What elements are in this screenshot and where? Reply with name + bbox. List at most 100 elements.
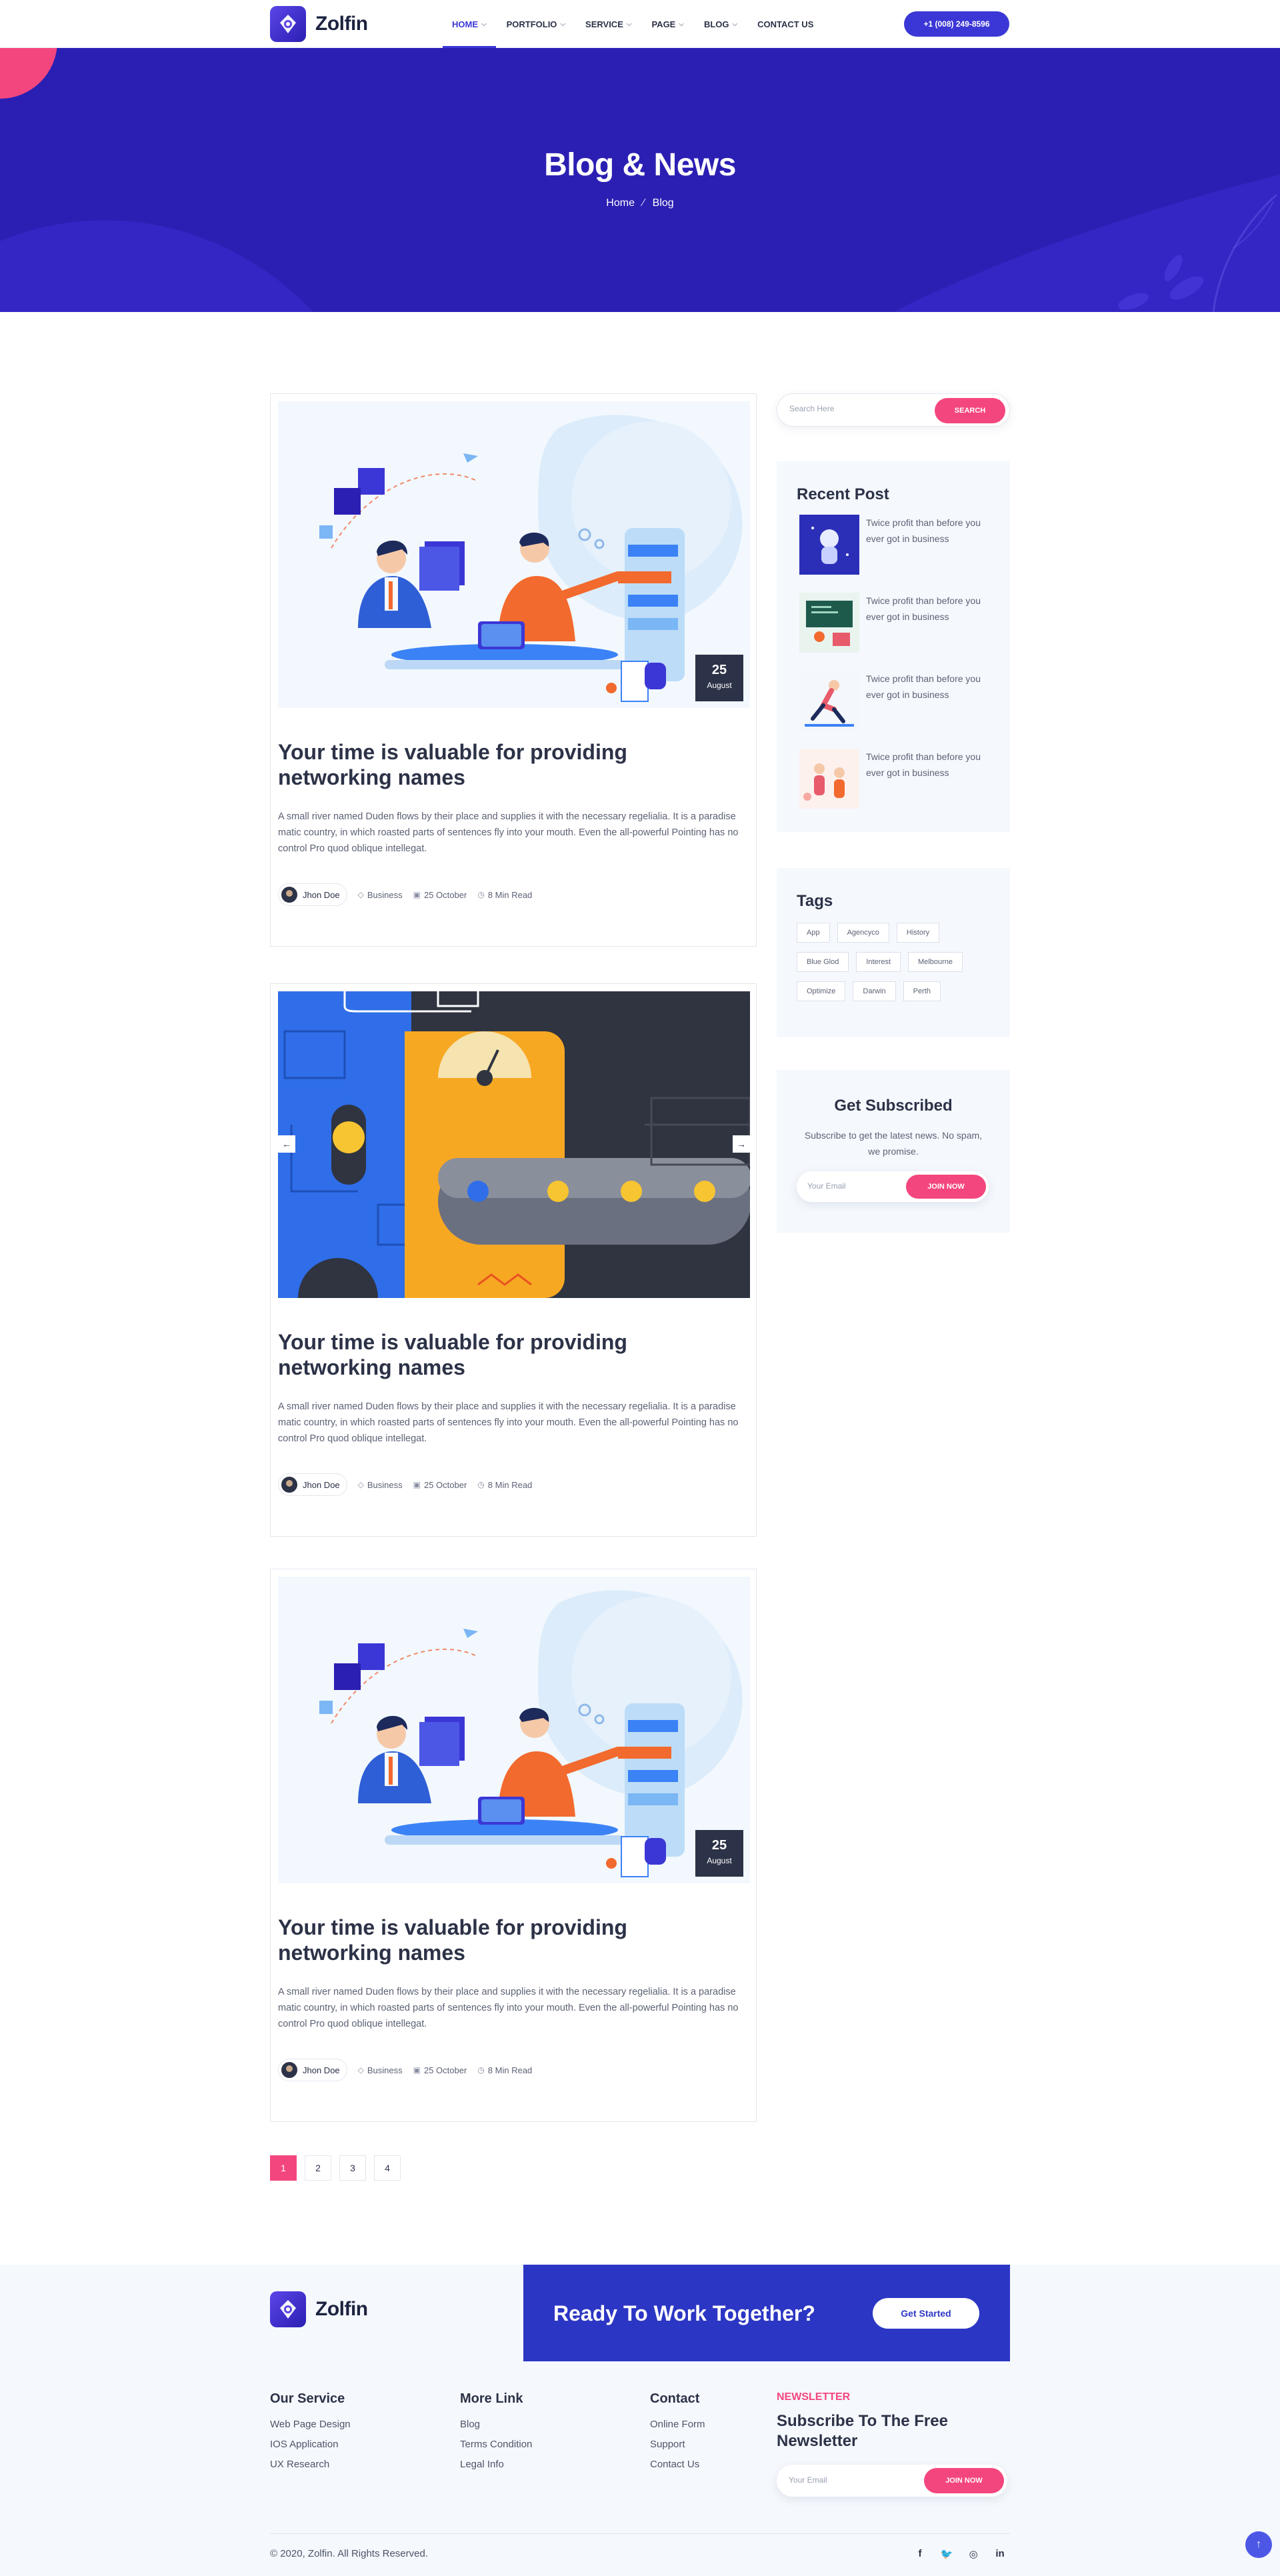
copyright-text: © 2020, Zolfin. All Rights Reserved. bbox=[270, 2548, 428, 2559]
footer-logo[interactable]: Zolfin bbox=[270, 2291, 368, 2327]
page-hero: Blog & News Home ⁄ Blog bbox=[0, 48, 1280, 312]
footer-divider bbox=[270, 2533, 1010, 2534]
recent-post-item[interactable]: Twice profit than before you ever got in… bbox=[799, 515, 993, 576]
footer-link[interactable]: Terms Condition bbox=[460, 2439, 532, 2450]
date-label: 25 October bbox=[423, 1479, 467, 1490]
slider-next-arrow-icon[interactable]: → bbox=[733, 1135, 750, 1153]
post-title[interactable]: Your time is valuable for providing netw… bbox=[278, 739, 678, 790]
date-label: 25 October bbox=[423, 889, 467, 900]
post-title[interactable]: Your time is valuable for providing netw… bbox=[278, 1915, 678, 1965]
astronaut-thumb bbox=[799, 515, 859, 575]
site-footer: Zolfin Ready To Work Together? Get Start… bbox=[0, 2265, 1280, 2576]
category-label: Business bbox=[367, 1479, 403, 1490]
recent-post-item[interactable]: Twice profit than before you ever got in… bbox=[799, 749, 993, 810]
get-started-button[interactable]: Get Started bbox=[873, 2298, 979, 2329]
page-button-1[interactable]: 1 bbox=[270, 2155, 297, 2181]
post-meta: Jhon Doe ◇ Business ▣ 25 October ◷ 8 Min Re… bbox=[278, 2059, 543, 2081]
newsletter-join-button[interactable]: JOIN NOW bbox=[924, 2468, 1004, 2493]
newsletter-email-field[interactable] bbox=[789, 2475, 909, 2485]
brand-logo[interactable]: Zolfin bbox=[270, 6, 368, 42]
post-author[interactable]: Jhon Doe bbox=[278, 883, 347, 906]
twitter-icon[interactable]: 🐦 bbox=[933, 2548, 960, 2560]
nav-home[interactable]: HOME ⌵ bbox=[443, 0, 496, 48]
tag-item[interactable]: App bbox=[797, 923, 830, 943]
search-button[interactable]: SEARCH bbox=[935, 398, 1005, 423]
tag-item[interactable]: Melbourne bbox=[908, 952, 963, 972]
read-time-label: 8 Min Read bbox=[487, 1479, 533, 1490]
machine-slider-illustration bbox=[278, 991, 750, 1298]
tag-item[interactable]: Optimize bbox=[797, 981, 846, 1001]
post-category[interactable]: ◇ Business bbox=[358, 890, 403, 900]
date-month: August bbox=[707, 1856, 732, 1865]
runner-thumb bbox=[799, 671, 859, 731]
cta-title: Ready To Work Together? bbox=[553, 2301, 815, 2325]
post-date: ▣ 25 October bbox=[413, 2065, 467, 2075]
brand-name: Zolfin bbox=[315, 2298, 368, 2320]
post-thumbnail bbox=[799, 593, 859, 653]
tag-item[interactable]: Agencyco bbox=[837, 923, 889, 943]
footer-link[interactable]: UX Research bbox=[270, 2459, 351, 2470]
tags-widget: Tags App Agencyco History Blue Glod Inte… bbox=[777, 868, 1010, 1037]
post-image[interactable]: 25 August bbox=[278, 401, 750, 708]
post-category[interactable]: ◇ Business bbox=[358, 2065, 403, 2075]
footer-column-title: Contact bbox=[650, 2391, 700, 2406]
nav-contact[interactable]: CONTACT US bbox=[757, 0, 813, 48]
post-excerpt: A small river named Duden flows by their… bbox=[278, 1401, 739, 1444]
classroom-thumb bbox=[799, 593, 859, 653]
nav-blog[interactable]: BLOG ⌵ bbox=[704, 0, 737, 48]
nav-page[interactable]: PAGE ⌵ bbox=[651, 0, 683, 48]
footer-link[interactable]: Legal Info bbox=[460, 2459, 532, 2470]
breadcrumb-home[interactable]: Home bbox=[606, 197, 635, 209]
tag-item[interactable]: Perth bbox=[903, 981, 941, 1001]
nav-portfolio[interactable]: PORTFOLIO ⌵ bbox=[507, 0, 565, 48]
tag-icon: ◇ bbox=[357, 1480, 364, 1489]
post-author[interactable]: Jhon Doe bbox=[278, 2059, 347, 2081]
recent-post-item[interactable]: Twice profit than before you ever got in… bbox=[799, 593, 993, 654]
search-input[interactable] bbox=[789, 404, 923, 413]
post-read-time: ◷ 8 Min Read bbox=[477, 1480, 532, 1490]
clock-icon: ◷ bbox=[477, 2065, 485, 2075]
post-date: ▣ 25 October bbox=[413, 1480, 467, 1490]
tag-item[interactable]: Blue Glod bbox=[797, 952, 849, 972]
linkedin-icon[interactable]: in bbox=[987, 2548, 1013, 2560]
page-button-3[interactable]: 3 bbox=[339, 2155, 366, 2181]
widget-title: Tags bbox=[797, 892, 833, 910]
post-category[interactable]: ◇ Business bbox=[358, 1480, 403, 1490]
join-now-button[interactable]: JOIN NOW bbox=[906, 1175, 986, 1199]
date-label: 25 October bbox=[423, 2065, 467, 2075]
footer-link[interactable]: IOS Application bbox=[270, 2439, 351, 2450]
phone-button[interactable]: +1 (008) 249-8596 bbox=[904, 11, 1009, 37]
instagram-icon[interactable]: ◎ bbox=[960, 2548, 987, 2560]
footer-link[interactable]: Web Page Design bbox=[270, 2419, 351, 2430]
footer-link[interactable]: Online Form bbox=[650, 2419, 705, 2430]
email-field[interactable] bbox=[807, 1181, 901, 1191]
post-read-time: ◷ 8 Min Read bbox=[477, 2065, 532, 2075]
cta-banner: Ready To Work Together? Get Started bbox=[523, 2265, 1010, 2361]
footer-link[interactable]: Contact Us bbox=[650, 2459, 705, 2470]
footer-link[interactable]: Support bbox=[650, 2439, 705, 2450]
facebook-icon[interactable]: f bbox=[907, 2548, 933, 2560]
blog-post-card: 25 August Your time is valuable for prov… bbox=[270, 1569, 757, 2122]
post-thumbnail bbox=[799, 671, 859, 731]
footer-link[interactable]: Blog bbox=[460, 2419, 532, 2430]
scroll-to-top-icon[interactable]: ↑ bbox=[1245, 2531, 1272, 2558]
nav-contact-label: CONTACT US bbox=[757, 19, 814, 29]
tag-item[interactable]: Darwin bbox=[853, 981, 896, 1001]
post-image-slider[interactable]: ← → bbox=[278, 991, 750, 1298]
breadcrumb: Home ⁄ Blog bbox=[0, 197, 1280, 209]
newsletter-title: Subscribe To The Free Newsletter bbox=[777, 2412, 948, 2450]
tag-item[interactable]: Interest bbox=[856, 952, 901, 972]
footer-column-contact: Contact Online Form Support Contact Us bbox=[650, 2391, 705, 2479]
slider-prev-arrow-icon[interactable]: ← bbox=[278, 1135, 295, 1153]
page-button-4[interactable]: 4 bbox=[374, 2155, 401, 2181]
post-author[interactable]: Jhon Doe bbox=[278, 1473, 347, 1496]
nav-home-label: HOME bbox=[452, 19, 478, 29]
nav-page-label: PAGE bbox=[651, 19, 676, 29]
clock-icon: ◷ bbox=[477, 1480, 485, 1489]
tag-item[interactable]: History bbox=[896, 923, 940, 943]
post-image[interactable]: 25 August bbox=[278, 1577, 750, 1883]
post-title[interactable]: Your time is valuable for providing netw… bbox=[278, 1329, 678, 1380]
page-button-2[interactable]: 2 bbox=[305, 2155, 331, 2181]
recent-post-item[interactable]: Twice profit than before you ever got in… bbox=[799, 671, 993, 732]
nav-service[interactable]: SERVICE ⌵ bbox=[585, 0, 631, 48]
